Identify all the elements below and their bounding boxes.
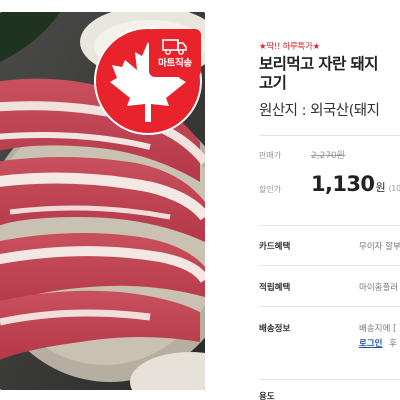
product-origin: 원산지 : 외국산(돼지 [259, 103, 380, 119]
sale-price-currency: 원 [375, 181, 386, 194]
divider [259, 225, 400, 226]
card-benefit-value[interactable]: 무이자 할부 [359, 240, 400, 252]
truck-icon [162, 38, 187, 55]
product-title-line-2: 고기 [259, 74, 287, 92]
product-image[interactable]: 마트직송 [0, 12, 205, 390]
login-link[interactable]: 로그인 [359, 337, 382, 349]
login-after-text: 후 [389, 339, 397, 349]
divider [259, 265, 400, 266]
mart-direct-badge: 마트직송 [149, 29, 201, 77]
original-price-label: 판매가 [259, 151, 282, 160]
delivery-info-label: 배송정보 [259, 324, 291, 334]
usage-label: 용도 [259, 392, 275, 400]
points-benefit-label: 적립혜택 [259, 283, 291, 293]
mart-badge-label: 마트직송 [158, 57, 192, 69]
sale-price-value: 1,130 [311, 172, 375, 196]
sale-price-label: 할인가 [259, 185, 282, 194]
sale-price: 1,130원(100 [311, 172, 400, 196]
points-benefit-value[interactable]: 마이홈플러 [359, 281, 398, 293]
divider [259, 135, 400, 136]
divider [259, 306, 400, 307]
product-title: 보리먹고 자란 돼지 고기 [259, 55, 400, 93]
delivery-info-value: 배송지에 [ [359, 324, 397, 334]
product-info-panel: ★딱!! 하루특가★ 보리먹고 자란 돼지 고기 원산지 : 외국산(돼지 판매… [259, 0, 400, 400]
promo-text: ★딱!! 하루특가★ [259, 42, 320, 52]
divider [259, 379, 400, 380]
card-benefit-label: 카드혜택 [259, 242, 291, 252]
sale-price-unit: (100 [388, 184, 400, 193]
product-detail-page: 마트직송 ★딱!! 하루특가★ 보리먹고 자란 돼지 고기 원산지 : 외국산(… [0, 0, 400, 400]
original-price: 2,270원 [311, 151, 346, 161]
product-title-line-1: 보리먹고 자란 돼지 [259, 55, 378, 73]
